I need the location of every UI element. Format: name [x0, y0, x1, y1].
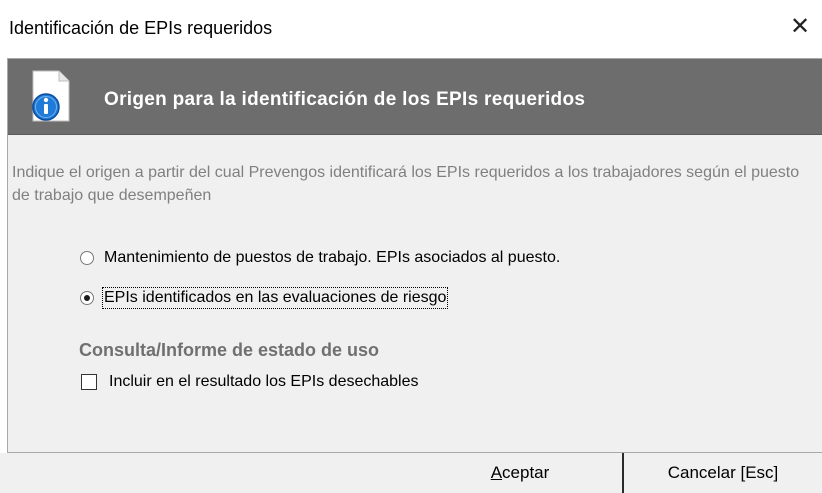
radio-button-selected[interactable] — [80, 291, 94, 305]
include-disposable-option[interactable]: Incluir en el resultado los EPIs desecha… — [81, 371, 419, 393]
close-icon[interactable]: ✕ — [790, 15, 810, 39]
accept-accelerator: A — [490, 463, 503, 482]
option-positions-label[interactable]: Mantenimiento de puestos de trabajo. EPI… — [104, 249, 560, 267]
include-disposable-checkbox[interactable] — [81, 374, 97, 390]
accept-label: ceptar — [502, 463, 550, 482]
dialog-body: Origen para la identificación de los EPI… — [7, 58, 822, 453]
option-risk-evaluations[interactable]: EPIs identificados en las evaluaciones d… — [80, 286, 449, 310]
info-document-icon — [32, 70, 70, 122]
window-title: Identificación de EPIs requeridos — [9, 18, 273, 38]
title-bar: Identificación de EPIs requeridos ✕ — [0, 0, 822, 58]
header-title: Origen para la identificación de los EPI… — [104, 89, 586, 110]
option-risk-evaluations-label[interactable]: EPIs identificados en las evaluaciones d… — [101, 287, 449, 309]
cancel-button[interactable]: Cancelar [Esc] — [622, 453, 822, 493]
instructions-text: Indique el origen a partir del cual Prev… — [12, 164, 800, 204]
usage-section-title: Consulta/Informe de estado de uso — [79, 340, 380, 360]
radio-button[interactable] — [80, 251, 94, 265]
option-positions[interactable]: Mantenimiento de puestos de trabajo. EPI… — [80, 246, 560, 270]
button-bar: Aceptar Cancelar [Esc] — [0, 453, 822, 493]
header-band: Origen para la identificación de los EPI… — [8, 59, 822, 135]
include-disposable-label[interactable]: Incluir en el resultado los EPIs desecha… — [109, 373, 419, 391]
accept-button[interactable]: Aceptar — [420, 453, 620, 493]
